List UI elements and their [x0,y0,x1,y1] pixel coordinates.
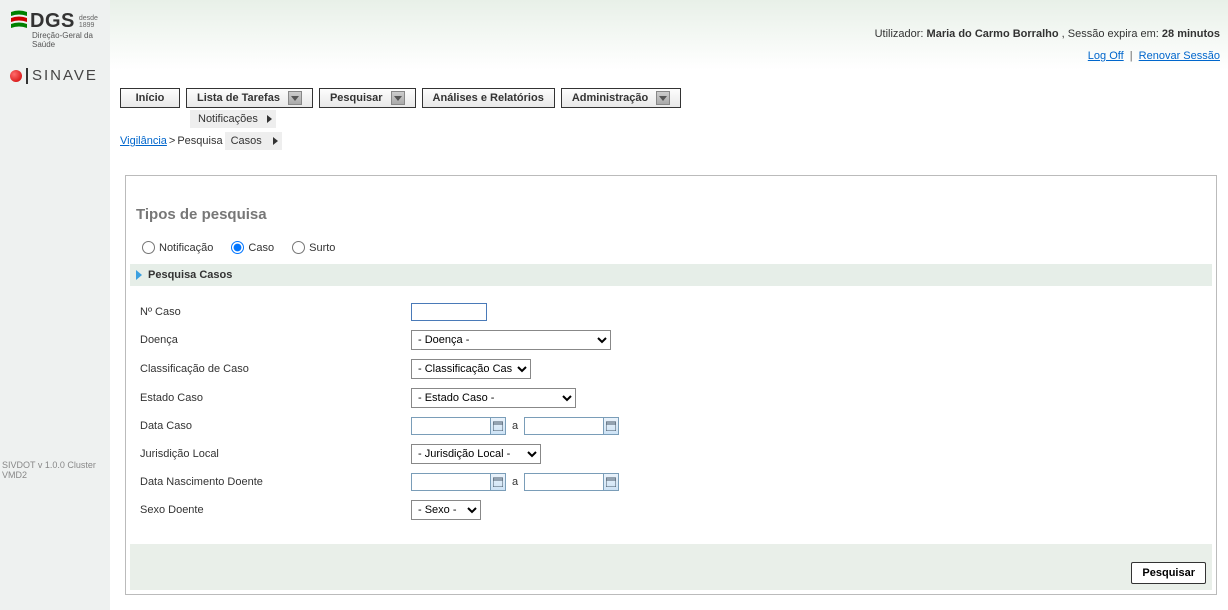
label-jurisdicao: Jurisdição Local [136,448,411,460]
flag-icon [10,10,28,33]
search-button[interactable]: Pesquisar [1131,562,1206,584]
panel-title: Tipos de pesquisa [126,176,1216,237]
radio-surto[interactable]: Surto [292,241,335,254]
user-bar: Utilizador: Maria do Carmo Borralho , Se… [875,28,1220,40]
logo-sinave: SINAVE [10,67,110,84]
label-doenca: Doença [136,334,411,346]
select-classificacao[interactable]: - Classificação Caso - [411,359,531,379]
chevron-right-icon [273,137,278,145]
calendar-icon[interactable] [490,473,506,491]
logoff-link[interactable]: Log Off [1088,50,1124,62]
breadcrumb: Vigilância > Pesquisa Casos [120,132,282,150]
calendar-icon[interactable] [603,473,619,491]
radio-caso[interactable]: Caso [231,241,274,254]
username: Maria do Carmo Borralho [927,28,1059,40]
breadcrumb-vigilancia[interactable]: Vigilância [120,135,167,147]
submenu-casos[interactable]: Casos [225,132,282,150]
calendar-icon[interactable] [603,417,619,435]
chevron-right-icon [267,115,272,123]
label-data-caso: Data Caso [136,420,411,432]
submenu-notificacoes[interactable]: Notificações [190,110,276,128]
sinave-dot-icon [10,70,22,82]
label-classificacao: Classificação de Caso [136,363,411,375]
calendar-icon[interactable] [490,417,506,435]
select-doenca[interactable]: - Doença - [411,330,611,350]
version-text: SIVDOT v 1.0.0 Cluster VMD2 [2,460,110,480]
dropdown-icon [288,91,302,105]
expand-icon [136,270,142,280]
section-header: Pesquisa Casos [130,264,1212,286]
dgs-text: DGS [30,10,75,33]
menu-pesquisar[interactable]: Pesquisar [319,88,416,108]
logo-dgs: DGS desde1899 Direção-Geral da Saúde [10,10,110,49]
select-jurisdicao[interactable]: - Jurisdição Local - [411,444,541,464]
sinave-bar-icon [26,68,28,84]
input-data-caso-from[interactable] [411,417,491,435]
dropdown-icon [391,91,405,105]
dgs-subtitle: Direção-Geral da Saúde [32,31,110,49]
select-estado[interactable]: - Estado Caso - [411,388,576,408]
dropdown-icon [656,91,670,105]
bottom-zone [130,544,1212,590]
menu-analises[interactable]: Análises e Relatórios [422,88,555,108]
menu-administracao[interactable]: Administração [561,88,681,108]
label-nascimento: Data Nascimento Doente [136,476,411,488]
input-nasc-from[interactable] [411,473,491,491]
session-time: 28 minutos [1162,28,1220,40]
search-panel: Tipos de pesquisa Notificação Caso Surto… [125,175,1217,595]
radio-notificacao[interactable]: Notificação [142,241,213,254]
search-type-radios: Notificação Caso Surto [126,237,1216,264]
input-nasc-to[interactable] [524,473,604,491]
breadcrumb-pesquisa: Pesquisa [177,135,222,147]
input-data-caso-to[interactable] [524,417,604,435]
menu-inicio[interactable]: Início [120,88,180,108]
label-estado: Estado Caso [136,392,411,404]
menu-bar: Início Lista de Tarefas Pesquisar Anális… [120,88,681,108]
since-block: desde1899 [79,15,98,29]
label-sexo: Sexo Doente [136,504,411,516]
renew-session-link[interactable]: Renovar Sessão [1139,50,1220,62]
sinave-text: SINAVE [32,67,98,84]
label-ncaso: Nº Caso [136,306,411,318]
select-sexo[interactable]: - Sexo - [411,500,481,520]
input-ncaso[interactable] [411,303,487,321]
menu-lista-tarefas[interactable]: Lista de Tarefas [186,88,313,108]
